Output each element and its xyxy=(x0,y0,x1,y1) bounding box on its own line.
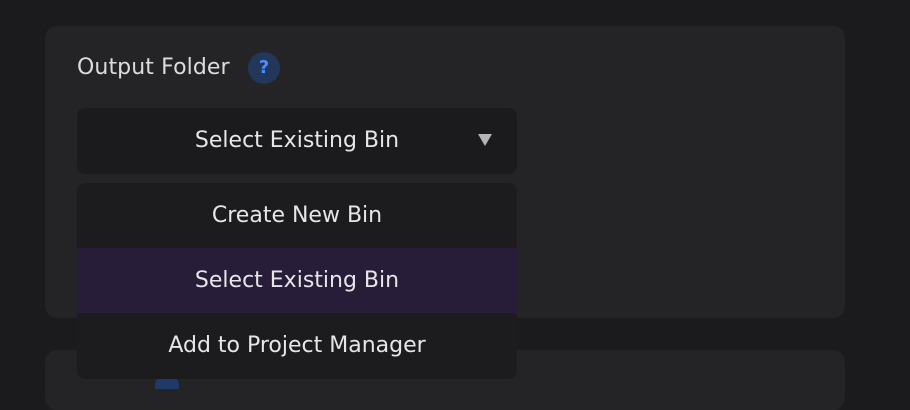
menu-item-create-new-bin[interactable]: Create New Bin xyxy=(77,183,517,248)
menu-item-add-to-project-manager[interactable]: Add to Project Manager xyxy=(77,313,517,378)
output-folder-dropdown-menu: Create New Bin Select Existing Bin Add t… xyxy=(77,183,517,379)
output-folder-label: Output Folder xyxy=(77,55,230,80)
select-value: Select Existing Bin xyxy=(194,128,400,153)
output-folder-select[interactable]: Select Existing Bin xyxy=(77,108,517,174)
question-mark-icon[interactable]: ? xyxy=(248,52,280,84)
chevron-down-icon[interactable] xyxy=(477,130,493,150)
menu-item-select-existing-bin[interactable]: Select Existing Bin xyxy=(77,248,517,313)
